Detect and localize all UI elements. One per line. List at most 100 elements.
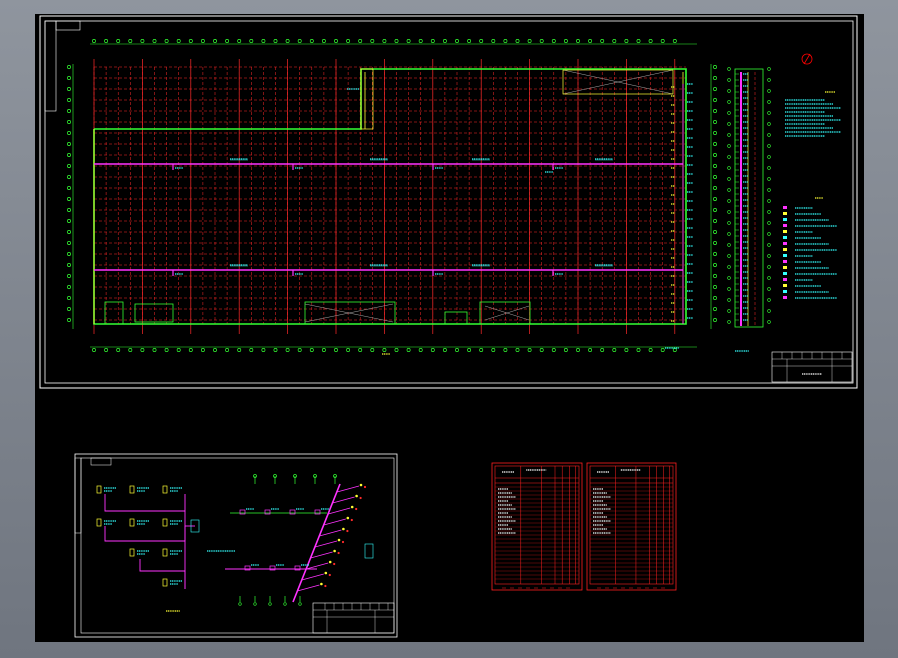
axis-bubble [370, 39, 375, 43]
axis-bubble [67, 76, 71, 80]
axis-bubble [67, 153, 71, 157]
diagonal-branch [336, 485, 360, 493]
room [134, 303, 174, 323]
axis-bubble [727, 122, 731, 126]
equipment-table [586, 462, 677, 591]
axis-bubble [767, 287, 771, 291]
axis-bubble [225, 348, 230, 352]
legend-symbol [783, 296, 787, 299]
terminal [350, 518, 353, 522]
unit-symbol [129, 485, 135, 494]
axis-bubble [225, 39, 230, 43]
drop-head [238, 602, 242, 606]
valve [289, 509, 296, 515]
axis-bubble [727, 67, 731, 71]
axis-bubble [767, 254, 771, 258]
plan-grid [93, 59, 686, 334]
axis-bubble [273, 39, 278, 43]
axis-bubble [576, 39, 580, 43]
axis-bubble [128, 39, 133, 43]
axis-bubble [767, 199, 771, 203]
axis-bubble [67, 241, 71, 245]
axis-bubble [321, 39, 326, 43]
legend-symbol [783, 230, 787, 233]
sheet2-tag [90, 457, 112, 466]
axis-bubble [767, 309, 771, 313]
axis-bubble [152, 39, 157, 43]
axis-bubble [467, 348, 472, 352]
unit-symbol [162, 548, 168, 557]
axis-bubble [727, 100, 731, 104]
unit-symbol [129, 518, 135, 527]
axis-bubble [92, 39, 96, 43]
axis-bubble [713, 285, 717, 289]
equipment-table [491, 462, 583, 591]
axis-bubble [713, 307, 717, 311]
floor-plan-sheet[interactable] [39, 15, 858, 389]
axis-bubble [116, 39, 121, 43]
axis-bubble [237, 348, 242, 352]
axis-bubble [104, 348, 109, 352]
legend-symbol [783, 212, 787, 215]
sheet2-inner-frame [80, 457, 395, 634]
axis-bubble [164, 348, 169, 352]
axis-bubble [418, 348, 423, 352]
unit-symbol [129, 548, 135, 557]
axis-bubble [713, 219, 717, 223]
sheet1-tag [55, 20, 81, 31]
axis-bubble [713, 241, 717, 245]
axis-bubble [249, 348, 254, 352]
axis-bubble [727, 221, 731, 225]
axis-bubble [491, 348, 496, 352]
axis-bubble [727, 188, 731, 192]
diagonal-branch [323, 518, 346, 526]
sheet2-binding-strip [74, 457, 82, 534]
axis-bubble [767, 111, 771, 115]
axis-bubble [767, 232, 771, 236]
equipment-table-sheets[interactable] [491, 462, 677, 591]
axis-bubble [128, 348, 133, 352]
axis-bubble [767, 276, 771, 280]
axis-bubble [309, 39, 314, 43]
terminal [341, 540, 345, 544]
axis-bubble [612, 39, 617, 43]
title-block-2 [312, 602, 395, 634]
cad-viewport[interactable] [35, 14, 864, 642]
terminal [346, 516, 350, 520]
system-diagram-sheet[interactable] [74, 453, 398, 638]
axis-bubble [346, 348, 351, 352]
legend-symbol [783, 272, 787, 275]
axis-bubble [442, 39, 447, 43]
pipe-runs [94, 84, 684, 324]
axis-bubble [67, 219, 71, 223]
axis-bubble [727, 287, 731, 291]
axis-bubble [213, 348, 217, 352]
axis-bubble [767, 177, 771, 181]
axis-bubble [176, 39, 181, 43]
axis-bubble [176, 348, 181, 352]
terminal [363, 485, 367, 489]
axis-bubble [479, 348, 484, 352]
axis-bubble [727, 133, 731, 137]
axis-bubble [636, 348, 641, 352]
unit-symbol [96, 485, 102, 494]
axis-bubble [394, 348, 399, 352]
legend-symbol [783, 206, 787, 209]
axis-bubble [713, 252, 717, 256]
drop-head [283, 602, 287, 606]
axis-bubble [588, 348, 593, 352]
axis-bubble [382, 39, 387, 43]
axis-bubble [358, 39, 363, 43]
title-block [771, 351, 853, 383]
drop-head [298, 602, 302, 606]
axis-bubble [539, 39, 544, 43]
diagonal-branch [306, 562, 329, 570]
axis-bubble [67, 120, 71, 124]
header-pipe [104, 526, 186, 542]
terminal [328, 560, 332, 564]
axis-bubble [67, 318, 71, 322]
legend-symbol [783, 260, 787, 263]
cad-canvas[interactable] [35, 14, 864, 642]
valve [239, 509, 246, 515]
axis-bubble [660, 348, 665, 352]
